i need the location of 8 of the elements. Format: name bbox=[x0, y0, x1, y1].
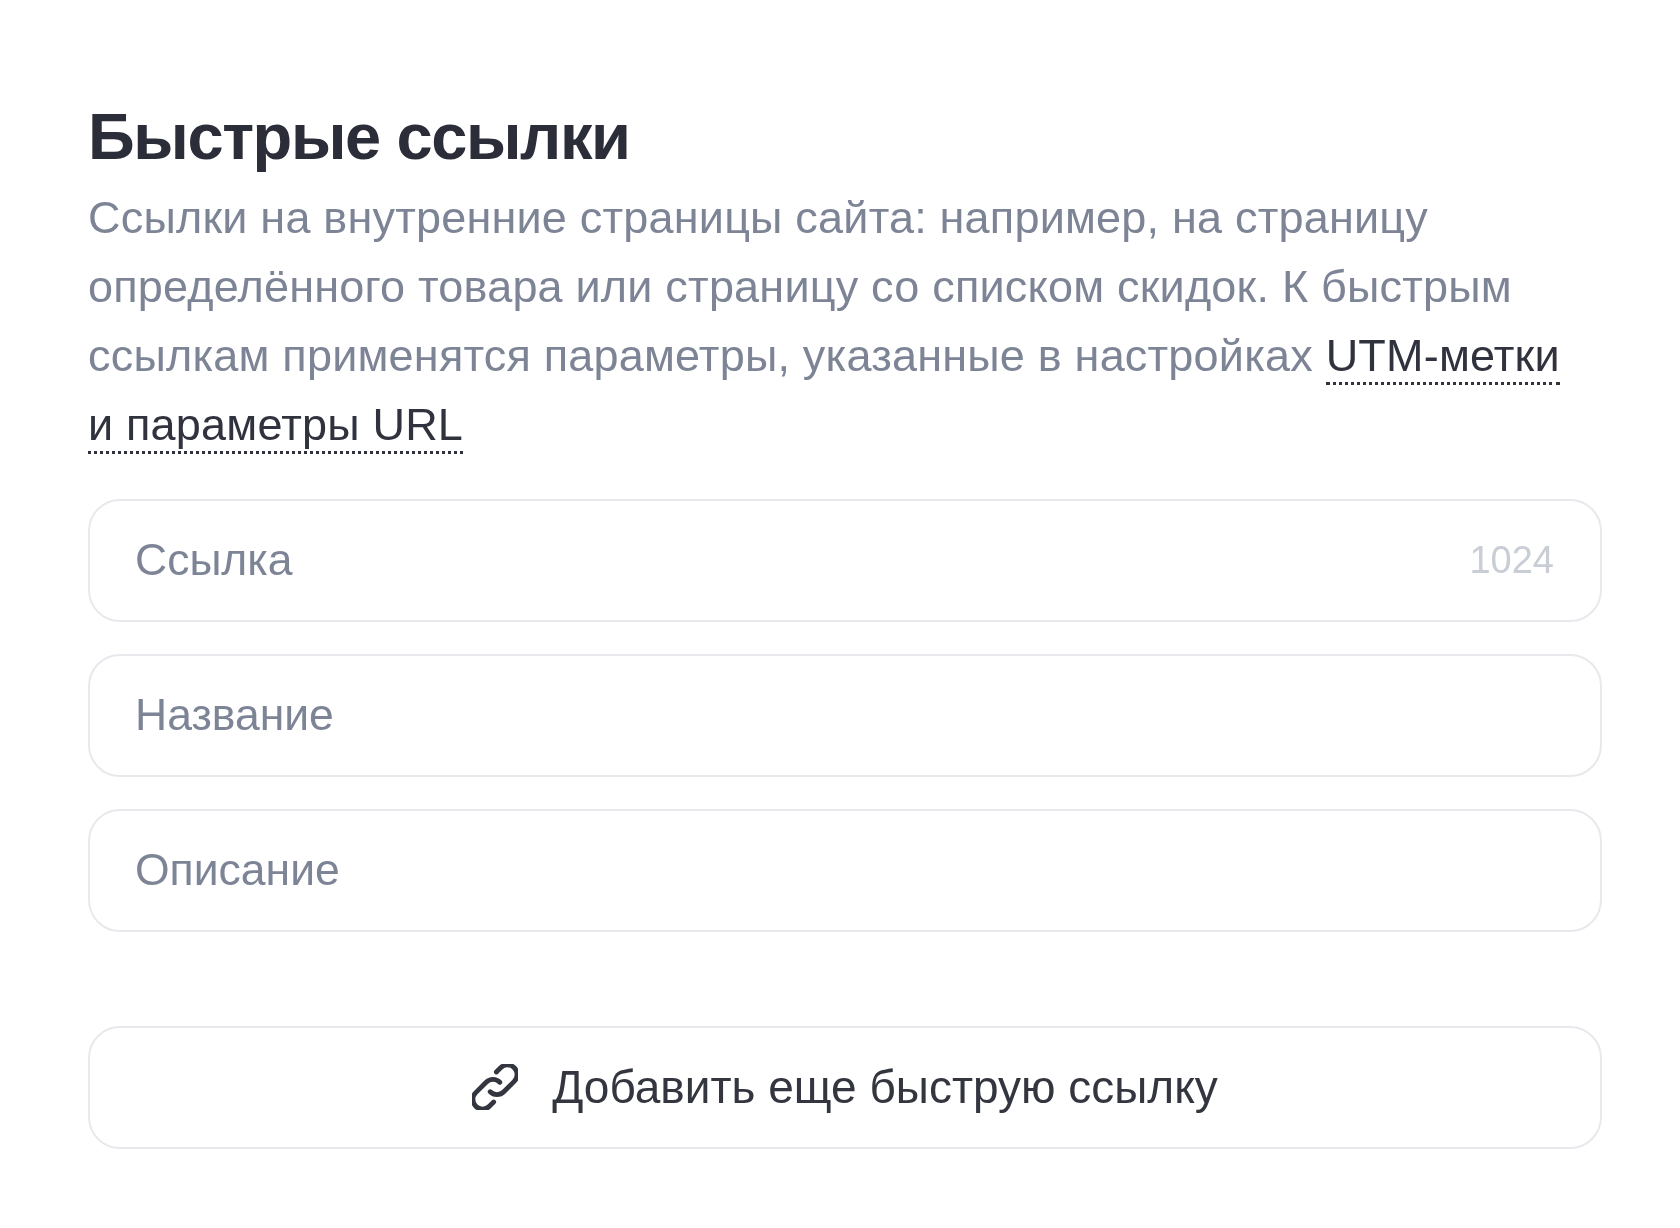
description-text: Ссылки на внутренние страницы сайта: например, на страницу определённого товара или страницу со списком скидок. К быстрым ссылкам применятся параметры, указанные в настройках UTM-метки и параметры URL bbox=[88, 182, 1602, 459]
section-title: Быстрые ссылки bbox=[88, 100, 631, 175]
settings-link[interactable]: UTM-метки bbox=[1325, 329, 1560, 385]
settings-link[interactable]: и параметры URL bbox=[88, 398, 464, 454]
link-icon bbox=[472, 1064, 519, 1111]
add-link-button[interactable]: Добавить еще быструю ссылку bbox=[88, 1025, 1602, 1149]
input-field[interactable]: Описание bbox=[88, 808, 1602, 932]
input-field[interactable]: Название bbox=[88, 653, 1602, 777]
